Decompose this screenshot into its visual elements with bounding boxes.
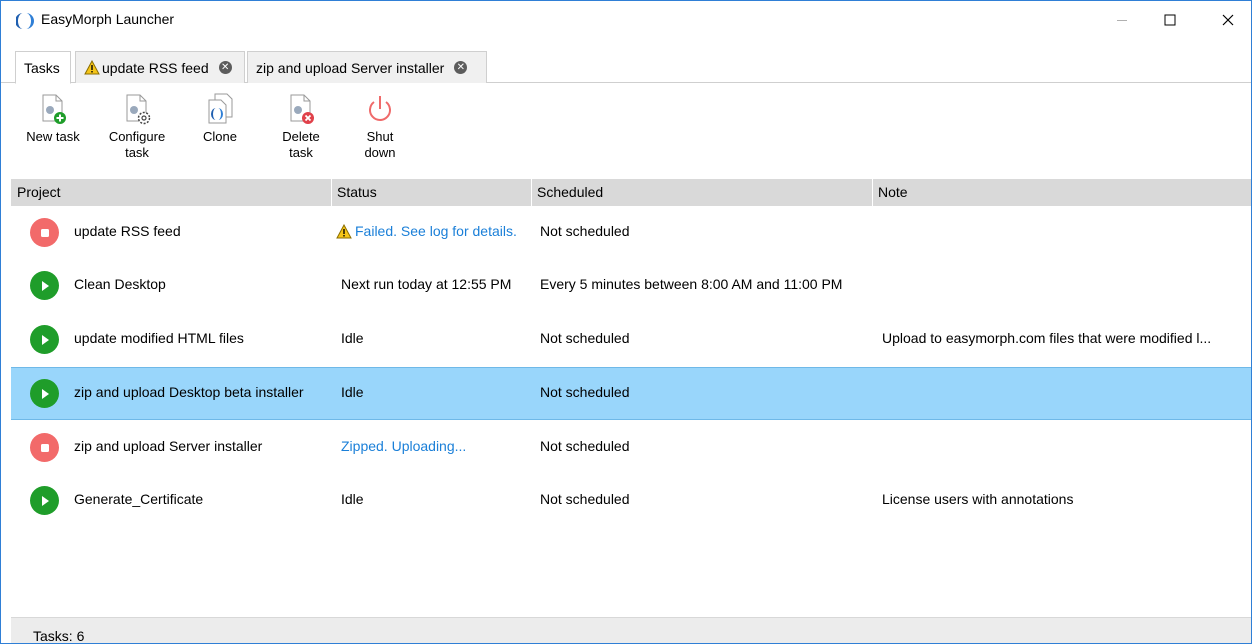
project-cell: update modified HTML files — [74, 330, 244, 346]
stop-button[interactable] — [30, 218, 59, 247]
new-task-button[interactable]: New task — [21, 93, 85, 145]
status-cell: Idle — [341, 330, 364, 346]
column-separator[interactable] — [872, 179, 873, 206]
status-cell[interactable]: Failed. See log for details. — [336, 223, 517, 239]
scheduled-cell: Not scheduled — [540, 384, 630, 400]
close-icon — [1222, 14, 1234, 26]
column-header-note[interactable]: Note — [878, 184, 908, 200]
status-cell: Idle — [341, 491, 364, 507]
play-icon — [41, 334, 49, 345]
table-row[interactable]: update RSS feed Failed. See log for deta… — [11, 206, 1251, 259]
note-cell: License users with annotations — [882, 491, 1074, 507]
tab-label: update RSS feed — [102, 59, 209, 76]
power-icon — [369, 96, 391, 121]
table-row[interactable]: update modified HTML files Idle Not sche… — [11, 313, 1251, 366]
project-cell: Generate_Certificate — [74, 491, 204, 507]
scheduled-cell: Every 5 minutes between 8:00 AM and 11:0… — [540, 276, 843, 292]
status-cell: Next run today at 12:55 PM — [341, 276, 512, 292]
new-task-label: New task — [26, 129, 80, 144]
column-separator[interactable] — [531, 179, 532, 206]
tab-label: zip and upload Server installer — [256, 59, 445, 76]
tab-label: Tasks — [24, 59, 60, 76]
scheduled-cell: Not scheduled — [540, 438, 630, 454]
project-cell: update RSS feed — [74, 223, 181, 239]
run-button[interactable] — [30, 271, 59, 300]
warning-icon — [336, 223, 352, 238]
maximize-button[interactable] — [1147, 1, 1193, 39]
column-separator[interactable] — [331, 179, 332, 206]
status-bar: Tasks: 6 — [11, 617, 1251, 644]
table-row[interactable]: zip and upload Server installer Zipped. … — [11, 421, 1251, 474]
tab-tasks[interactable]: Tasks — [15, 51, 71, 84]
scheduled-cell: Not scheduled — [540, 491, 630, 507]
tab-update-rss-feed[interactable]: update RSS feed ✕ — [75, 51, 245, 84]
project-cell: Clean Desktop — [74, 276, 166, 292]
close-tab-icon[interactable]: ✕ — [454, 61, 468, 74]
note-cell: Upload to easymorph.com files that were … — [882, 330, 1212, 346]
shut-down-button[interactable]: Shut down — [353, 93, 407, 161]
column-header-scheduled[interactable]: Scheduled — [537, 184, 603, 200]
run-button[interactable] — [30, 379, 59, 408]
delete-task-label: Delete task — [282, 129, 320, 160]
tab-bar: Tasks update RSS feed ✕ zip and upload S… — [1, 39, 1251, 84]
play-icon — [41, 280, 49, 291]
grid-header: Project Status Scheduled Note — [11, 179, 1251, 206]
close-tab-icon[interactable]: ✕ — [218, 61, 232, 74]
column-header-status[interactable]: Status — [337, 184, 377, 200]
toolbar: New task Configure task Clone Delete tas… — [1, 83, 1251, 179]
project-cell: zip and upload Desktop beta installer — [74, 384, 304, 400]
run-button[interactable] — [30, 325, 59, 354]
table-row[interactable]: Clean Desktop Next run today at 12:55 PM… — [11, 259, 1251, 312]
task-count: Tasks: 6 — [33, 628, 85, 644]
delete-task-icon — [290, 94, 314, 124]
minimize-button[interactable] — [1099, 1, 1145, 39]
clone-button[interactable]: Clone — [193, 93, 247, 145]
tab-zip-upload-server[interactable]: zip and upload Server installer ✕ — [247, 51, 487, 84]
clone-icon — [208, 93, 233, 124]
column-header-project[interactable]: Project — [17, 184, 61, 200]
easymorph-logo-icon — [16, 13, 34, 29]
project-cell: zip and upload Server installer — [74, 438, 263, 454]
table-row[interactable]: Generate_Certificate Idle Not scheduled … — [11, 474, 1251, 527]
configure-task-button[interactable]: Configure task — [101, 93, 173, 161]
status-cell: Idle — [341, 384, 364, 400]
shut-down-label: Shut down — [364, 129, 396, 160]
maximize-icon — [1164, 14, 1176, 26]
close-window-button[interactable] — [1205, 1, 1251, 39]
clone-label: Clone — [203, 129, 237, 144]
stop-button[interactable] — [30, 433, 59, 462]
table-row-selected[interactable]: zip and upload Desktop beta installer Id… — [11, 367, 1251, 420]
scheduled-cell: Not scheduled — [540, 330, 630, 346]
status-cell[interactable]: Zipped. Uploading... — [341, 438, 466, 454]
play-icon — [41, 388, 49, 399]
title-bar: EasyMorph Launcher — [1, 1, 1251, 39]
stop-icon — [40, 228, 49, 237]
stop-icon — [40, 443, 49, 452]
new-task-icon — [42, 94, 66, 124]
app-window: EasyMorph Launcher Tasks update RSS feed… — [0, 0, 1252, 644]
play-icon — [41, 495, 49, 506]
configure-task-label: Configure task — [108, 129, 166, 160]
warning-icon — [84, 60, 100, 75]
minimize-icon — [1117, 20, 1127, 21]
delete-task-button[interactable]: Delete task — [271, 93, 331, 161]
status-text: Failed. See log for details. — [355, 223, 517, 239]
window-title: EasyMorph Launcher — [41, 11, 175, 27]
scheduled-cell: Not scheduled — [540, 223, 630, 239]
configure-task-icon — [126, 94, 151, 125]
run-button[interactable] — [30, 486, 59, 515]
